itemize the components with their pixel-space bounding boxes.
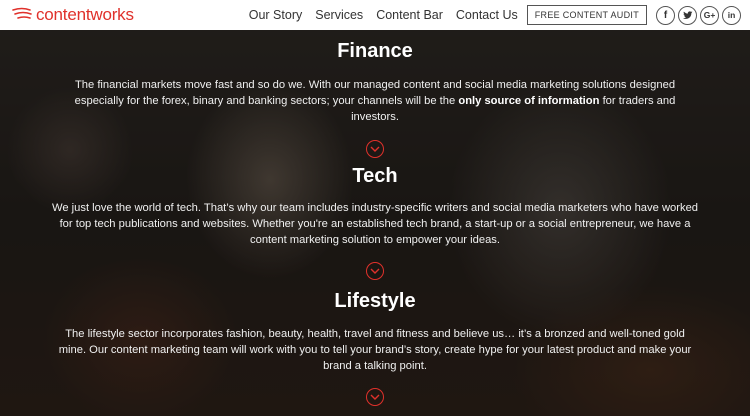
nav-content-bar[interactable]: Content Bar — [376, 8, 443, 22]
lifestyle-section: Lifestyle The lifestyle sector incorpora… — [0, 290, 750, 406]
google-plus-icon[interactable]: G+ — [700, 5, 719, 25]
lifestyle-expand-button[interactable] — [366, 388, 384, 406]
finance-text: The financial markets move fast and so d… — [74, 79, 676, 123]
finance-expand-button[interactable] — [366, 140, 384, 158]
tech-expand-button[interactable] — [366, 262, 384, 280]
free-content-audit-button[interactable]: FREE CONTENT AUDIT — [526, 5, 647, 25]
nav-our-story[interactable]: Our Story — [249, 8, 303, 22]
twitter-icon[interactable] — [678, 5, 697, 25]
chevron-down-icon — [370, 394, 380, 400]
lifestyle-heading: Lifestyle — [334, 290, 416, 312]
site-header: contentworks Our Story Services Content … — [0, 0, 750, 30]
nav-contact-us[interactable]: Contact Us — [456, 8, 518, 22]
linkedin-icon[interactable]: in — [722, 5, 741, 25]
finance-heading: Finance — [337, 40, 413, 62]
tech-heading: Tech — [352, 165, 398, 187]
social-links: f G+ in — [656, 5, 744, 25]
facebook-icon[interactable]: f — [656, 5, 675, 25]
finance-highlight: only source of information — [458, 95, 600, 107]
tech-section: Tech We just love the world of tech. Tha… — [0, 165, 750, 280]
nav-services[interactable]: Services — [315, 8, 363, 22]
brand-logo[interactable]: contentworks — [12, 4, 134, 26]
logo-swoosh-icon — [12, 7, 32, 19]
chevron-down-icon — [370, 268, 380, 274]
main-nav: Our Story Services Content Bar Contact U… — [249, 0, 750, 30]
brand-name: contentworks — [36, 5, 134, 24]
finance-section: Finance The financial markets move fast … — [0, 40, 750, 158]
lifestyle-text: The lifestyle sector incorporates fashio… — [58, 328, 692, 372]
tech-text: We just love the world of tech. That’s w… — [51, 202, 699, 246]
chevron-down-icon — [370, 146, 380, 152]
